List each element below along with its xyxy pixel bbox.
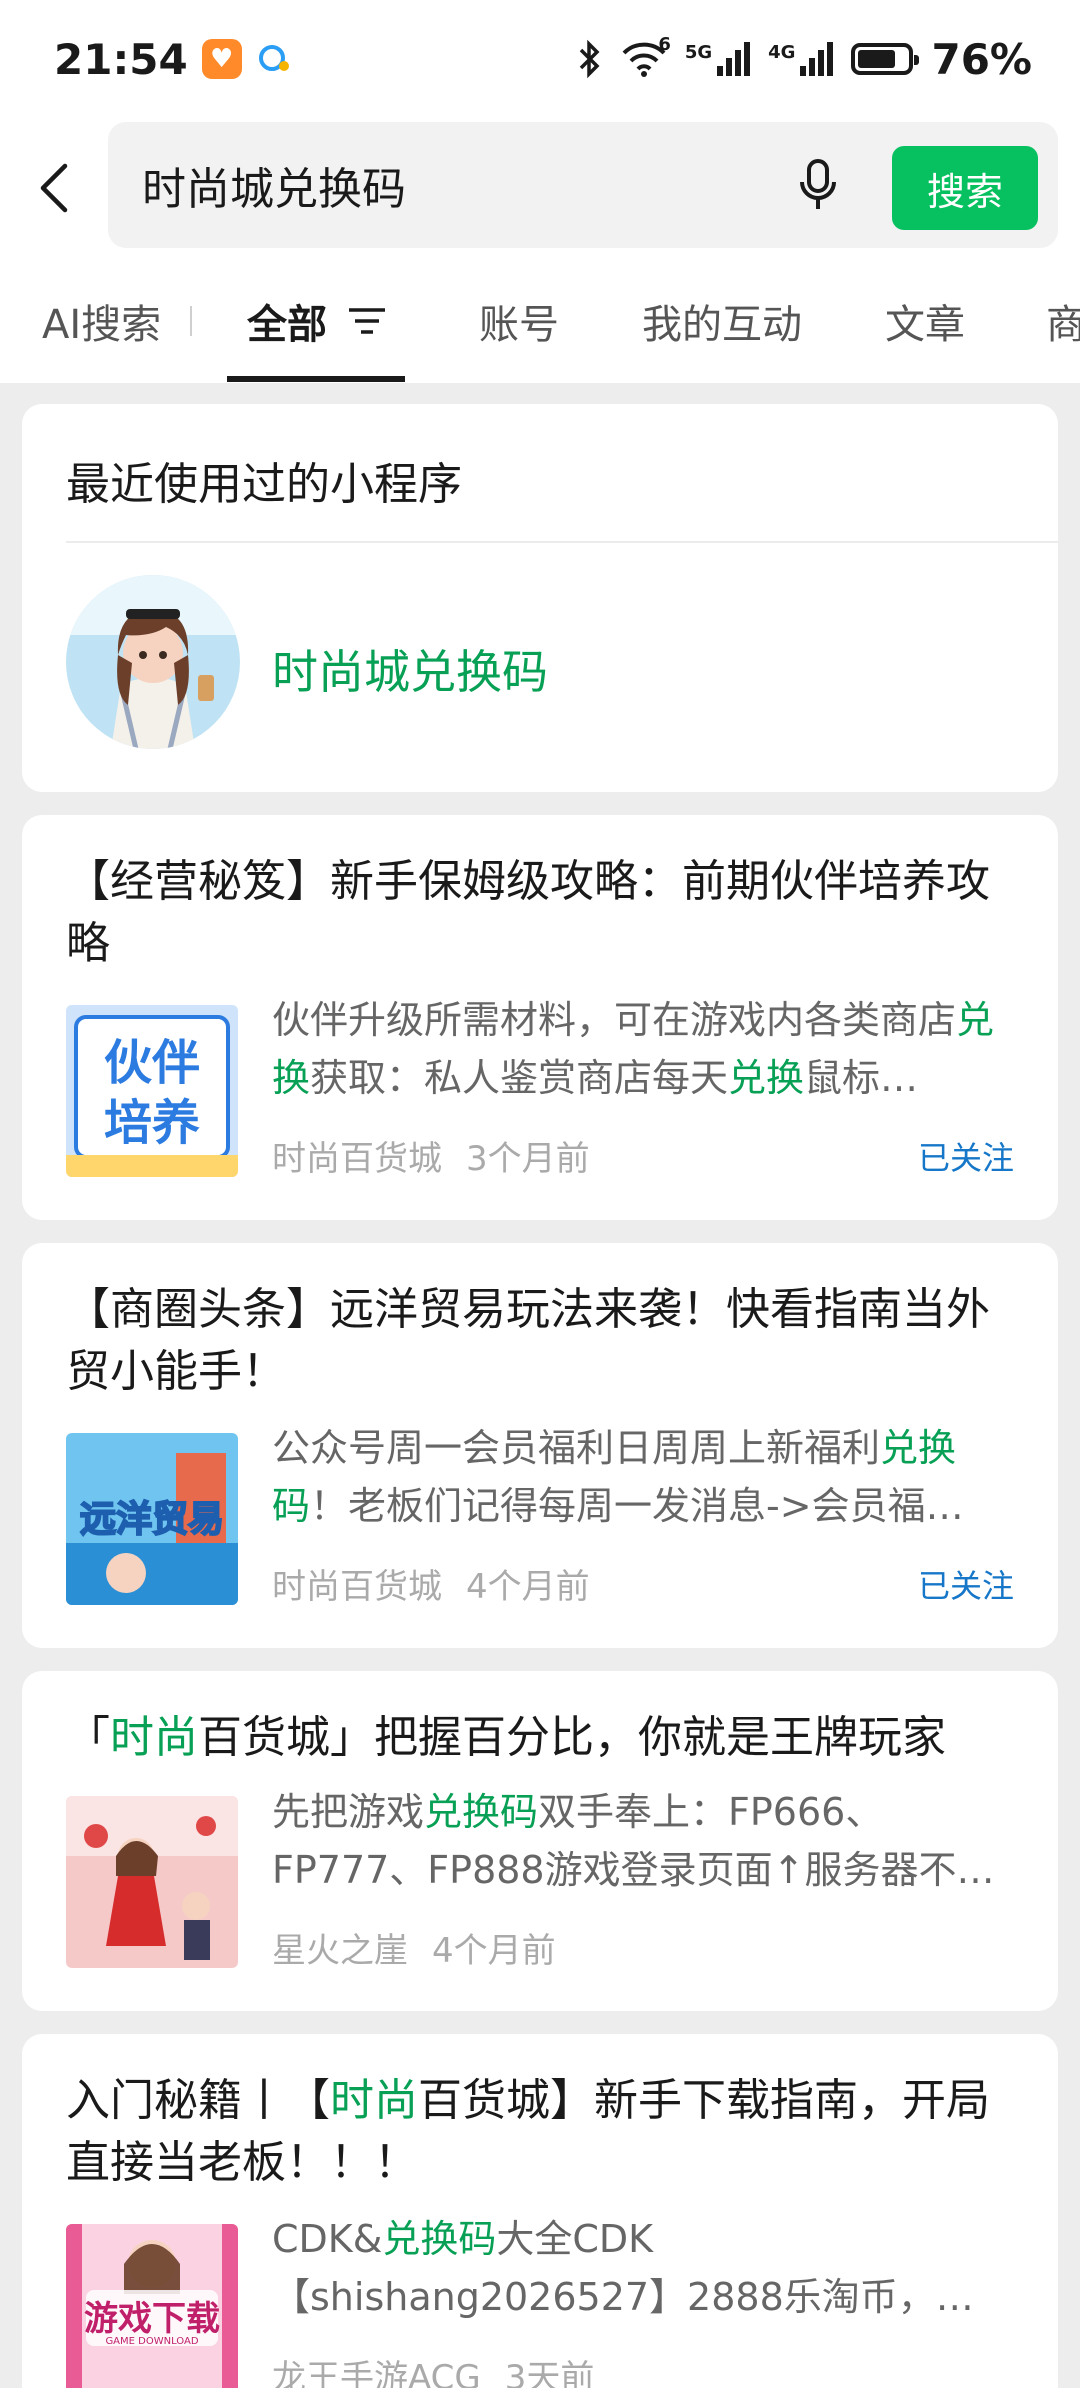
- tab-accounts[interactable]: 账号: [479, 258, 559, 383]
- filter-tabs: AI搜索 全部 账号 我的互动 文章 商: [0, 258, 1080, 383]
- active-tab-indicator: [227, 376, 405, 382]
- signal-5g-icon: 5G: [685, 42, 751, 76]
- article-snippet: 公众号周一会员福利日周周上新福利兑换码！老板们记得每周一发消息->会员福…: [272, 1426, 964, 1528]
- article-title: 入门秘籍丨【时尚百货城】新手下载指南，开局直接当老板！！！: [66, 2075, 990, 2188]
- article-time: 3个月前: [466, 1139, 590, 1179]
- article-time: 4个月前: [432, 1931, 556, 1971]
- article-meta: 时尚百货城 4个月前: [272, 1559, 590, 1608]
- article-source: 时尚百货城: [272, 1567, 442, 1607]
- divider: [66, 541, 1058, 543]
- article-card[interactable]: 【商圈头条】远洋贸易玩法来袭！快看指南当外贸小能手！ 远洋贸易 公众号周一会员福…: [22, 1243, 1058, 1648]
- article-time: 4个月前: [466, 1567, 590, 1607]
- miniprogram-name[interactable]: 时尚城兑换码: [272, 636, 548, 702]
- thumb-subtext: GAME DOWNLOAD: [105, 2336, 198, 2347]
- tab-divider: [190, 306, 192, 336]
- miniprogram-avatar[interactable]: [66, 575, 240, 749]
- article-source: 时尚百货城: [272, 1139, 442, 1179]
- tab-all[interactable]: 全部: [247, 258, 387, 383]
- bluetooth-icon: [579, 39, 600, 79]
- article-thumbnail: 远洋贸易: [66, 1433, 238, 1605]
- search-input[interactable]: 时尚城兑换码 搜索: [108, 122, 1058, 248]
- article-title: 「时尚百货城」把握百分比，你就是王牌玩家: [66, 1712, 946, 1763]
- search-header: 时尚城兑换码 搜索: [0, 118, 1080, 258]
- microphone-icon: [800, 159, 836, 209]
- wifi-icon: 6: [621, 34, 671, 78]
- article-meta: 龙王手游ACG 3天前: [272, 2350, 594, 2388]
- thumb-text-2: 培养: [104, 1095, 200, 1151]
- article-card[interactable]: 入门秘籍丨【时尚百货城】新手下载指南，开局直接当老板！！！ 游戏下载 GAME …: [22, 2034, 1058, 2388]
- battery-icon: [851, 43, 920, 75]
- section-title: 最近使用过的小程序: [66, 459, 462, 510]
- article-source: 龙王手游ACG: [272, 2358, 481, 2388]
- tab-articles[interactable]: 文章: [885, 258, 965, 383]
- article-thumbnail: 游戏下载 GAME DOWNLOAD: [66, 2224, 238, 2388]
- article-card[interactable]: 「时尚百货城」把握百分比，你就是王牌玩家 先把游戏兑换码双手奉上：FP666、F…: [22, 1671, 1058, 2011]
- article-title: 【经营秘笈】新手保姆级攻略：前期伙伴培养攻略: [66, 856, 990, 969]
- voice-input-button[interactable]: [788, 155, 848, 215]
- filter-icon: [349, 307, 385, 334]
- article-time: 3天前: [504, 2358, 595, 2388]
- search-query: 时尚城兑换码: [142, 164, 406, 215]
- status-bar: 21:54 ♥ 6 5G 4G 76%: [0, 0, 1080, 118]
- battery-level: [858, 50, 895, 68]
- signal-4g-icon: 4G: [768, 42, 834, 76]
- recent-miniprogram-card: 最近使用过的小程序 时尚城兑换码: [22, 404, 1058, 792]
- chat-notification-icon: [258, 45, 289, 71]
- status-time: 21:54: [54, 34, 188, 84]
- article-title: 【商圈头条】远洋贸易玩法来袭！快看指南当外贸小能手！: [66, 1284, 990, 1397]
- thumb-text: 游戏下载: [84, 2299, 220, 2339]
- article-thumbnail: [66, 1796, 238, 1968]
- tab-my-interactions[interactable]: 我的互动: [642, 258, 802, 383]
- battery-percent: 76%: [931, 34, 1032, 84]
- article-meta: 星火之崖 4个月前: [272, 1923, 556, 1972]
- article-thumbnail: 伙伴 培养: [66, 1005, 238, 1177]
- article-snippet: 伙伴升级所需材料，可在游戏内各类商店兑换获取：私人鉴赏商店每天兑换鼠标…: [272, 998, 995, 1100]
- article-source: 星火之崖: [272, 1931, 408, 1971]
- article-snippet: CDK&兑换码大全CDK【shishang2026527】2888乐淘币，388…: [272, 2217, 936, 2319]
- thumb-text: 远洋贸易: [80, 1499, 224, 1540]
- thumb-text-1: 伙伴: [104, 1035, 200, 1091]
- follow-status: 已关注: [917, 1567, 1014, 1605]
- back-button[interactable]: [0, 118, 108, 258]
- article-card[interactable]: 【经营秘笈】新手保姆级攻略：前期伙伴培养攻略 伙伴 培养 伙伴升级所需材料，可在…: [22, 815, 1058, 1220]
- app-notification-icon: ♥: [201, 39, 242, 79]
- chevron-left-icon: [40, 163, 68, 213]
- article-meta: 时尚百货城 3个月前: [272, 1131, 590, 1180]
- tab-more[interactable]: 商: [1046, 258, 1080, 383]
- article-snippet: 先把游戏兑换码双手奉上：FP666、FP777、FP888游戏登录页面↑服务器不…: [272, 1790, 995, 1892]
- follow-status: 已关注: [917, 1139, 1014, 1177]
- search-button[interactable]: 搜索: [892, 146, 1038, 230]
- tab-ai-search[interactable]: AI搜索: [42, 258, 161, 383]
